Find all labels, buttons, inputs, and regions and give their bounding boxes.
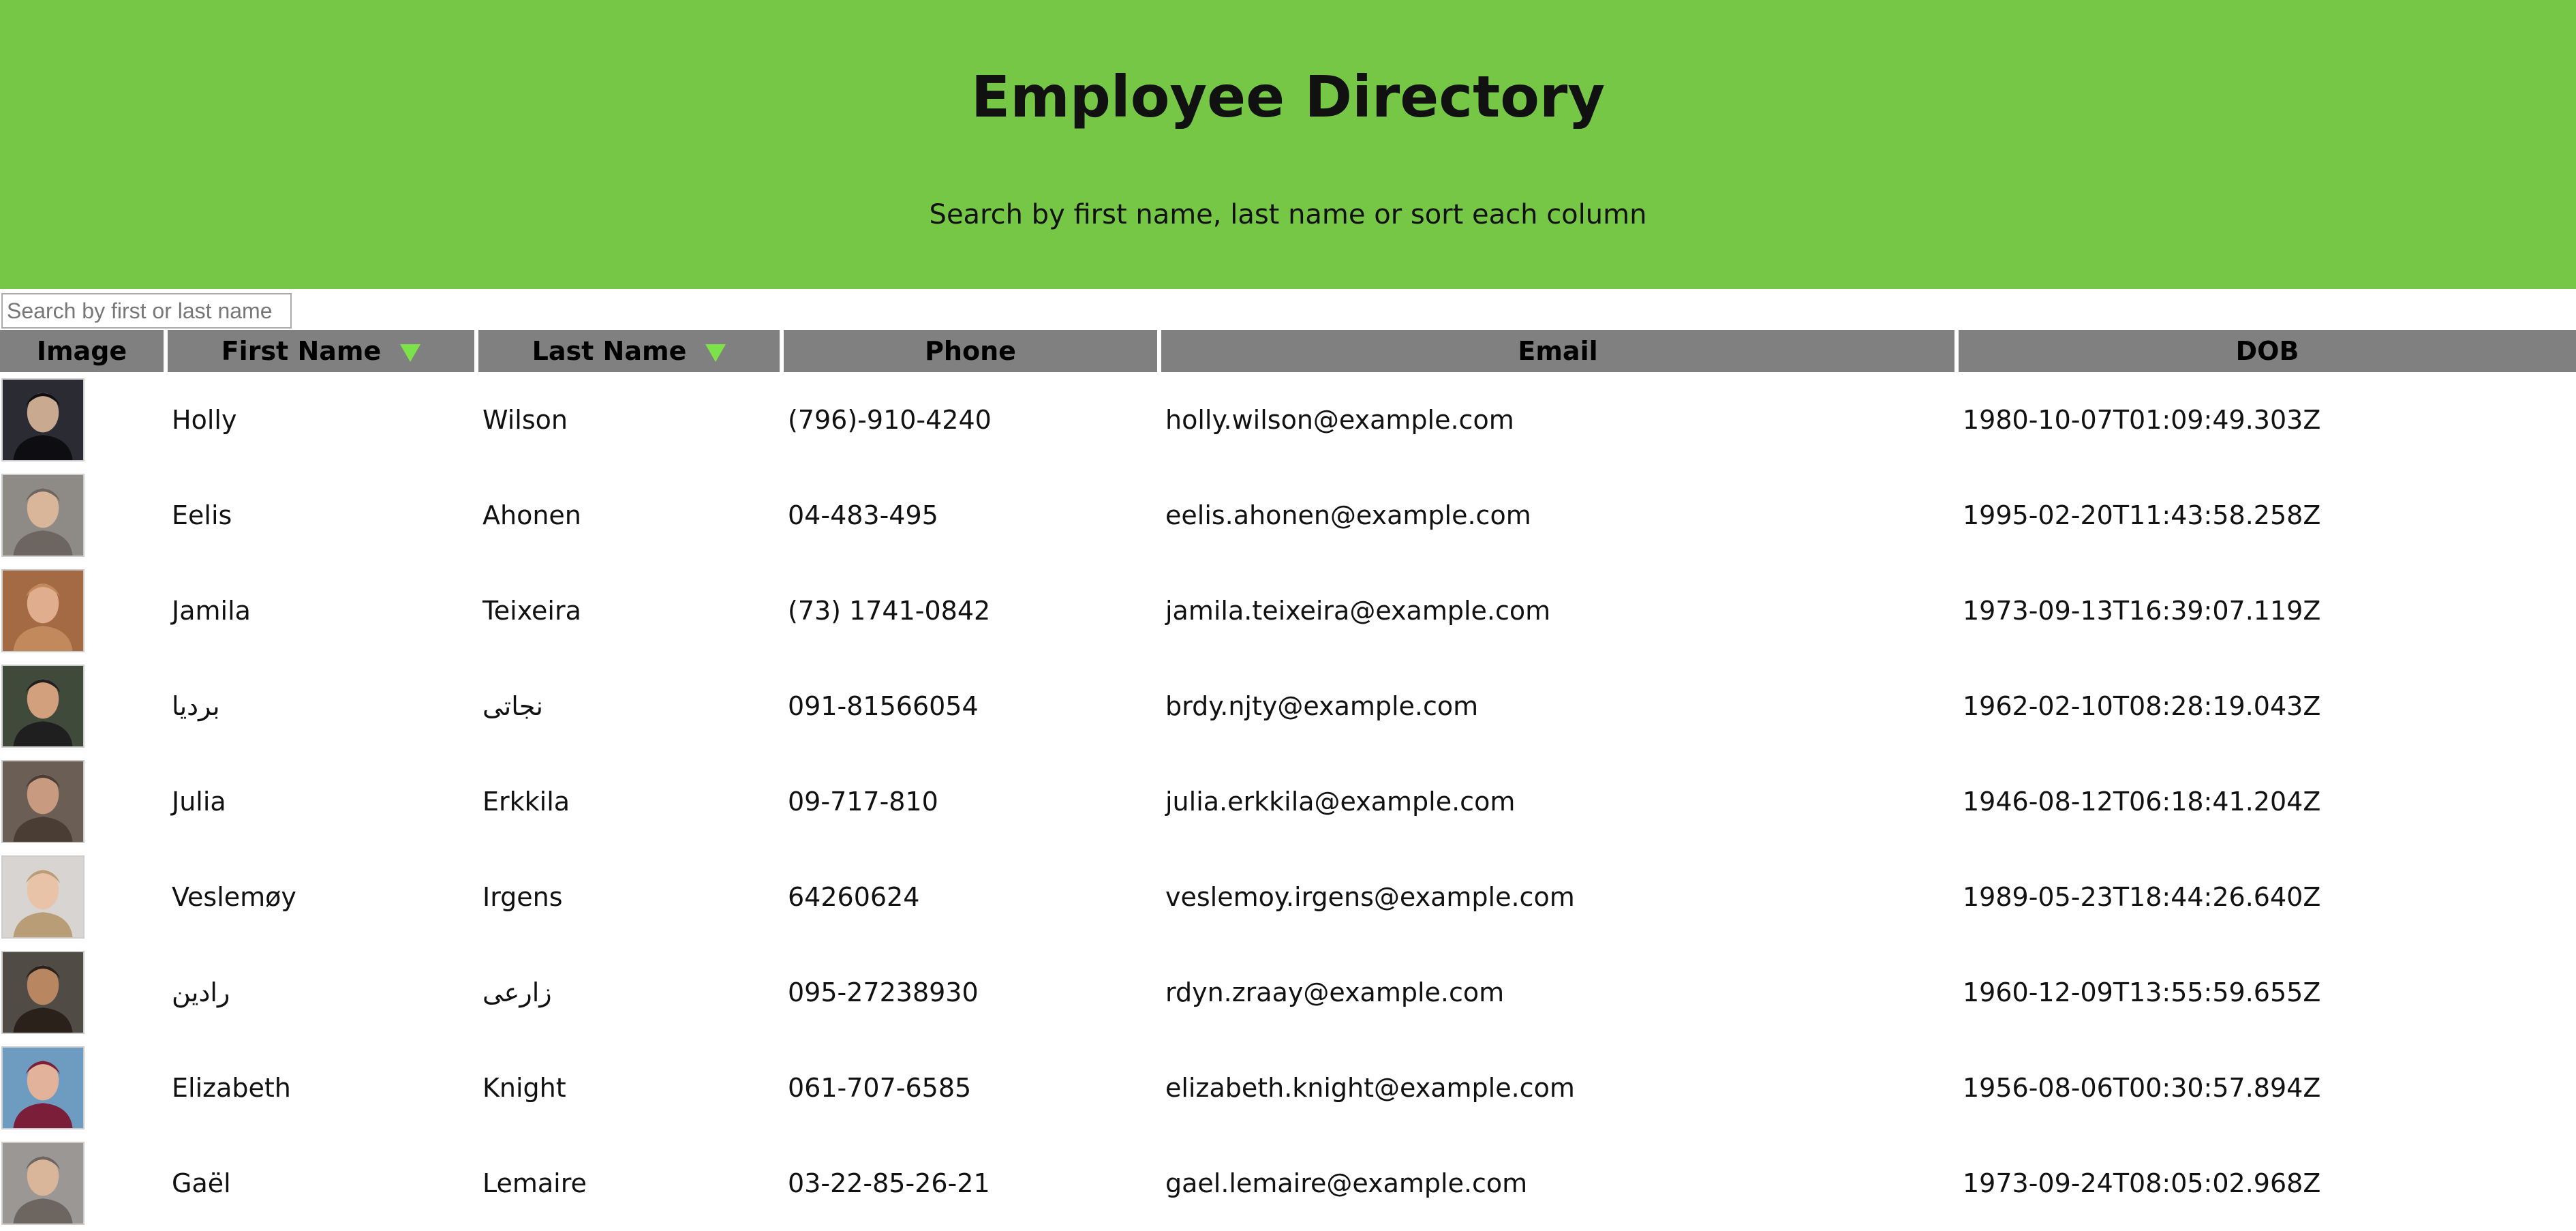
page-subtitle: Search by first name, last name or sort … bbox=[929, 199, 1647, 230]
dob-cell: 1989-05-23T18:44:26.640Z bbox=[1963, 882, 2321, 912]
employee-photo bbox=[1, 569, 85, 652]
employee-photo bbox=[1, 1142, 85, 1225]
last-name-cell: زارعی bbox=[482, 977, 552, 1007]
page-header: Employee Directory Search by first name,… bbox=[0, 0, 2576, 289]
page-title: Employee Directory bbox=[970, 63, 1606, 130]
employee-photo bbox=[1, 760, 85, 843]
phone-cell: 095-27238930 bbox=[788, 977, 979, 1007]
email-cell: brdy.njty@example.com bbox=[1165, 691, 1479, 721]
column-header-email[interactable]: Email bbox=[1161, 330, 1959, 372]
table-row: بردیا نجاتی 091-81566054 brdy.njty@example.… bbox=[0, 658, 2576, 754]
dob-cell: 1962-02-10T08:28:19.043Z bbox=[1963, 691, 2321, 721]
dob-cell: 1980-10-07T01:09:49.303Z bbox=[1963, 405, 2321, 435]
employee-photo bbox=[1, 474, 85, 557]
search-input[interactable] bbox=[1, 293, 292, 329]
email-cell: elizabeth.knight@example.com bbox=[1165, 1073, 1575, 1103]
email-cell: veslemoy.irgens@example.com bbox=[1165, 882, 1575, 912]
last-name-cell: Teixeira bbox=[482, 596, 581, 626]
image-cell bbox=[0, 1040, 168, 1136]
employee-table: Image First Name Last Name Phone Email D… bbox=[0, 330, 2576, 1231]
employee-photo bbox=[1, 951, 85, 1034]
email-cell: gael.lemaire@example.com bbox=[1165, 1168, 1528, 1198]
first-name-cell: Julia bbox=[172, 787, 226, 817]
table-row: Veslemøy Irgens 64260624 veslemoy.irgens@ex… bbox=[0, 849, 2576, 945]
image-cell bbox=[0, 754, 168, 849]
phone-cell: 64260624 bbox=[788, 882, 920, 912]
table-row: Gaël Lemaire 03-22-85-26-21 gael.lemaire@ex… bbox=[0, 1136, 2576, 1231]
image-cell bbox=[0, 849, 168, 945]
dob-cell: 1995-02-20T11:43:58.258Z bbox=[1963, 500, 2321, 530]
image-cell bbox=[0, 468, 168, 563]
email-cell: julia.erkkila@example.com bbox=[1165, 787, 1516, 817]
last-name-cell: Knight bbox=[482, 1073, 566, 1103]
first-name-cell: Elizabeth bbox=[172, 1073, 291, 1103]
last-name-cell: نجاتی bbox=[482, 691, 543, 721]
first-name-cell: بردیا bbox=[172, 691, 220, 721]
phone-cell: 091-81566054 bbox=[788, 691, 979, 721]
phone-cell: 061-707-6585 bbox=[788, 1073, 972, 1103]
last-name-cell: Wilson bbox=[482, 405, 568, 435]
dob-cell: 1960-12-09T13:55:59.655Z bbox=[1963, 977, 2321, 1007]
employee-photo bbox=[1, 1046, 85, 1129]
phone-cell: (796)-910-4240 bbox=[788, 405, 992, 435]
phone-cell: 09-717-810 bbox=[788, 787, 938, 817]
first-name-cell: Jamila bbox=[172, 596, 251, 626]
column-header-first-name[interactable]: First Name bbox=[168, 330, 478, 372]
phone-cell: 04-483-495 bbox=[788, 500, 938, 530]
table-row: Eelis Ahonen 04-483-495 eelis.ahonen@exampl… bbox=[0, 468, 2576, 563]
column-header-last-name[interactable]: Last Name bbox=[478, 330, 784, 372]
employee-photo bbox=[1, 378, 85, 461]
last-name-cell: Irgens bbox=[482, 882, 563, 912]
sort-down-icon[interactable] bbox=[400, 344, 421, 362]
phone-cell: (73) 1741-0842 bbox=[788, 596, 991, 626]
email-cell: eelis.ahonen@example.com bbox=[1165, 500, 1531, 530]
last-name-cell: Lemaire bbox=[482, 1168, 587, 1198]
table-header-row: Image First Name Last Name Phone Email D… bbox=[0, 330, 2576, 372]
employee-photo bbox=[1, 855, 85, 939]
image-cell bbox=[0, 372, 168, 468]
table-row: Julia Erkkila 09-717-810 julia.erkkila@exam… bbox=[0, 754, 2576, 849]
sort-down-icon[interactable] bbox=[705, 344, 726, 362]
column-header-image[interactable]: Image bbox=[0, 330, 168, 372]
image-cell bbox=[0, 1136, 168, 1231]
column-header-dob[interactable]: DOB bbox=[1959, 330, 2576, 372]
email-cell: jamila.teixeira@example.com bbox=[1165, 596, 1551, 626]
dob-cell: 1973-09-13T16:39:07.119Z bbox=[1963, 596, 2321, 626]
image-cell bbox=[0, 945, 168, 1040]
image-cell bbox=[0, 563, 168, 658]
column-header-phone[interactable]: Phone bbox=[784, 330, 1161, 372]
table-row: Elizabeth Knight 061-707-6585 elizabeth.kni… bbox=[0, 1040, 2576, 1136]
last-name-cell: Erkkila bbox=[482, 787, 570, 817]
table-row: Jamila Teixeira (73) 1741-0842 jamila.teixe… bbox=[0, 563, 2576, 658]
dob-cell: 1956-08-06T00:30:57.894Z bbox=[1963, 1073, 2321, 1103]
first-name-cell: رادین bbox=[172, 977, 230, 1007]
dob-cell: 1946-08-12T06:18:41.204Z bbox=[1963, 787, 2321, 817]
table-row: رادین زارعی 095-27238930 rdyn.zraay@example… bbox=[0, 945, 2576, 1040]
first-name-cell: Gaël bbox=[172, 1168, 231, 1198]
first-name-cell: Holly bbox=[172, 405, 237, 435]
last-name-cell: Ahonen bbox=[482, 500, 581, 530]
first-name-cell: Veslemøy bbox=[172, 882, 296, 912]
email-cell: rdyn.zraay@example.com bbox=[1165, 977, 1505, 1007]
employee-photo bbox=[1, 665, 85, 748]
table-row: Holly Wilson (796)-910-4240 holly.wilson@ex… bbox=[0, 372, 2576, 468]
first-name-cell: Eelis bbox=[172, 500, 232, 530]
image-cell bbox=[0, 658, 168, 754]
email-cell: holly.wilson@example.com bbox=[1165, 405, 1514, 435]
table-body: Holly Wilson (796)-910-4240 holly.wilson@ex… bbox=[0, 372, 2576, 1231]
phone-cell: 03-22-85-26-21 bbox=[788, 1168, 990, 1198]
dob-cell: 1973-09-24T08:05:02.968Z bbox=[1963, 1168, 2321, 1198]
